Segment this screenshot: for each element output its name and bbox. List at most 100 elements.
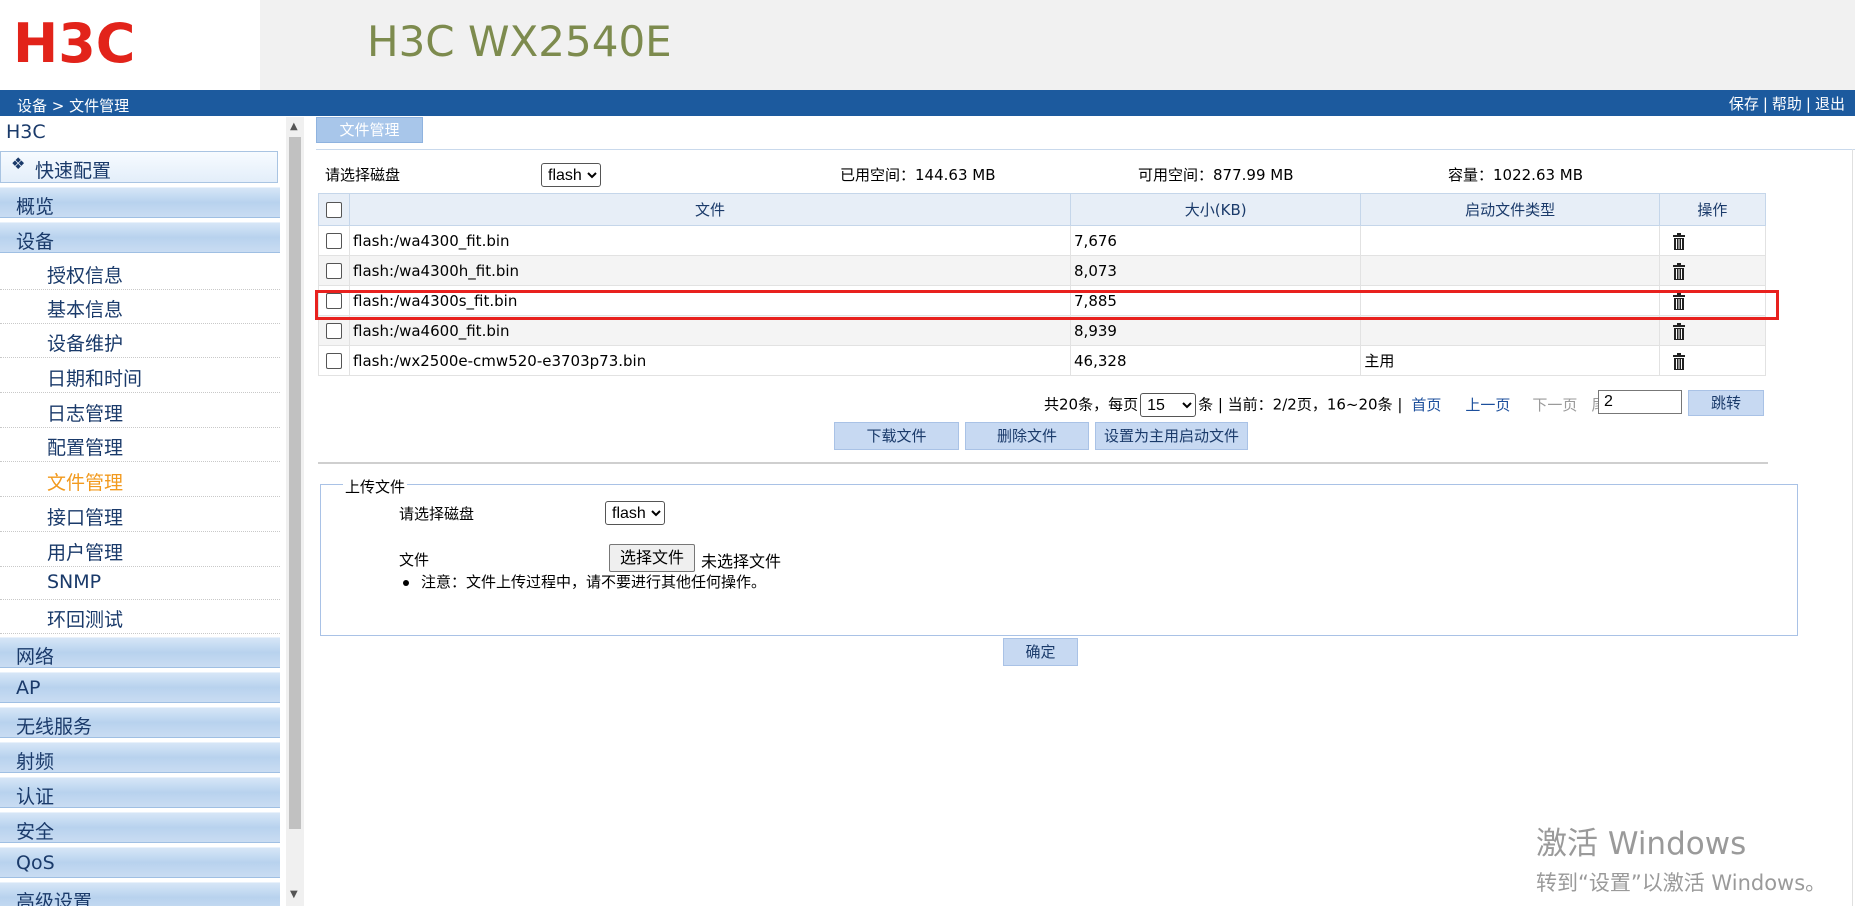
row-checkbox[interactable] <box>326 263 343 279</box>
sidebar-item-quick-config[interactable]: ❖ 快速配置 <box>0 151 278 183</box>
boot-type <box>1360 255 1660 286</box>
file-size: 8,073 <box>1070 255 1362 286</box>
upload-section: 上传文件 请选择磁盘 flash 文件 选择文件 未选择文件 注意：文件上传过程… <box>320 476 1798 636</box>
sidebar-item-basic-info[interactable]: 基本信息 <box>0 290 280 324</box>
sidebar-item-interface[interactable]: 接口管理 <box>0 498 280 532</box>
row-select-cell <box>317 315 351 346</box>
file-table: 文件 大小(KB) 启动文件类型 操作 flash:/wa4300_fit.bi… <box>317 193 1767 376</box>
scroll-down-arrow-icon[interactable]: ▼ <box>290 889 298 900</box>
sidebar-scrollbar[interactable]: ▲ ▼ <box>286 117 304 906</box>
sidebar-item-users[interactable]: 用户管理 <box>0 533 280 567</box>
table-row: flash:/wa4300h_fit.bin 8,073 <box>317 255 1767 286</box>
scrollbar-thumb[interactable] <box>289 137 301 829</box>
sidebar-category-security[interactable]: 安全 <box>0 812 280 843</box>
row-highlight-box <box>315 290 1779 320</box>
sidebar-item-maintenance[interactable]: 设备维护 <box>0 324 280 358</box>
choose-file-button[interactable]: 选择文件 <box>609 544 695 572</box>
upload-note: 注意：文件上传过程中，请不要进行其他任何操作。 <box>403 571 766 592</box>
sidebar-category-label: 网络 <box>16 646 55 668</box>
sidebar-item-date-time[interactable]: 日期和时间 <box>0 359 280 393</box>
column-header-file[interactable]: 文件 <box>349 193 1072 226</box>
sidebar-category-advanced[interactable]: 高级设置 <box>0 882 280 906</box>
sidebar-category-label: 认证 <box>16 786 55 808</box>
main-content: 文件管理 请选择磁盘 flash 已用空间：144.63 MB 可用空间：877… <box>315 117 1855 906</box>
boot-type <box>1360 225 1660 256</box>
sidebar-category-label: 射频 <box>16 751 55 773</box>
sidebar-item-license[interactable]: 授权信息 <box>0 256 280 290</box>
trash-icon[interactable] <box>1672 352 1685 370</box>
jump-button[interactable]: 跳转 <box>1688 390 1764 416</box>
sidebar-category-label: AP <box>16 677 41 699</box>
delete-file-button[interactable]: 删除文件 <box>965 422 1089 450</box>
sidebar-item-loopback[interactable]: 环回测试 <box>0 600 280 634</box>
sidebar-item-config[interactable]: 配置管理 <box>0 428 280 462</box>
sidebar-item-label: 基本信息 <box>47 299 124 321</box>
sidebar-category-overview[interactable]: 概览 <box>0 187 280 218</box>
column-header-size[interactable]: 大小(KB) <box>1070 193 1362 226</box>
column-header-boot-type[interactable]: 启动文件类型 <box>1360 193 1660 226</box>
page-number-input[interactable] <box>1598 390 1682 414</box>
sidebar-item-label: 快速配置 <box>35 160 112 182</box>
sidebar-item-label: 文件管理 <box>47 472 124 494</box>
per-page-select[interactable]: 15 <box>1140 393 1197 417</box>
sidebar-category-ap[interactable]: AP <box>0 672 280 703</box>
sidebar-category-network[interactable]: 网络 <box>0 637 280 668</box>
ok-button[interactable]: 确定 <box>1003 638 1078 666</box>
boot-type: 主用 <box>1360 345 1660 376</box>
first-page-link[interactable]: 首页 <box>1411 396 1441 414</box>
action-cell <box>1658 345 1767 376</box>
watermark-subtitle: 转到“设置”以激活 Windows。 <box>1536 871 1827 895</box>
trash-icon[interactable] <box>1672 322 1685 340</box>
scroll-up-arrow-icon[interactable]: ▲ <box>290 121 298 132</box>
action-cell <box>1658 225 1767 256</box>
next-page-link[interactable]: 下一页 <box>1532 396 1577 414</box>
sidebar-item-label: SNMP <box>47 571 102 593</box>
disk-select[interactable]: flash <box>541 163 601 187</box>
logout-link[interactable]: 退出 <box>1815 95 1845 113</box>
file-size: 8,939 <box>1070 315 1362 346</box>
separator: | <box>1805 95 1811 113</box>
sidebar-item-snmp[interactable]: SNMP <box>0 566 280 600</box>
download-file-button[interactable]: 下载文件 <box>834 422 959 450</box>
file-name: flash:/wa4300h_fit.bin <box>349 255 1072 286</box>
row-checkbox[interactable] <box>326 233 343 249</box>
sidebar-category-wireless[interactable]: 无线服务 <box>0 707 280 738</box>
file-size: 46,328 <box>1070 345 1362 376</box>
sidebar-category-label: 概览 <box>16 196 55 218</box>
sidebar-category-device[interactable]: 设备 <box>0 222 280 253</box>
sidebar-category-rf[interactable]: 射频 <box>0 742 280 773</box>
row-checkbox[interactable] <box>326 353 343 369</box>
boot-type <box>1360 315 1660 346</box>
trash-icon[interactable] <box>1672 232 1685 250</box>
select-all-checkbox[interactable] <box>326 202 343 218</box>
row-select-cell <box>317 255 351 286</box>
disk-select-label: 请选择磁盘 <box>325 166 401 184</box>
trash-icon[interactable] <box>1672 262 1685 280</box>
set-main-boot-button[interactable]: 设置为主用启动文件 <box>1095 422 1248 450</box>
sidebar-root[interactable]: H3C <box>6 121 46 143</box>
prev-page-link[interactable]: 上一页 <box>1465 396 1510 414</box>
row-checkbox[interactable] <box>326 323 343 339</box>
sidebar-category-qos[interactable]: QoS <box>0 847 280 878</box>
help-link[interactable]: 帮助 <box>1772 95 1802 113</box>
sidebar-item-file-management[interactable]: 文件管理 <box>0 463 280 497</box>
divider <box>318 462 1768 464</box>
table-row: flash:/wx2500e-cmw520-e3703p73.bin 46,32… <box>317 345 1767 376</box>
sidebar-category-auth[interactable]: 认证 <box>0 777 280 808</box>
tab-file-management[interactable]: 文件管理 <box>316 117 423 143</box>
available-space: 可用空间：877.99 MB <box>1138 166 1294 184</box>
upload-file-label: 文件 <box>399 551 430 569</box>
separator: | <box>1762 95 1768 113</box>
bullet-icon <box>403 579 409 586</box>
logo-area: H3C <box>0 0 260 90</box>
upload-disk-select[interactable]: flash <box>605 501 665 525</box>
watermark-title: 激活 Windows <box>1536 826 1747 862</box>
sidebar-item-log[interactable]: 日志管理 <box>0 394 280 428</box>
sidebar-category-label: 高级设置 <box>16 891 93 906</box>
save-link[interactable]: 保存 <box>1729 95 1759 113</box>
svg-text:H3C: H3C <box>13 14 135 68</box>
header: H3C H3C WX2540E <box>0 0 1855 90</box>
sidebar: H3C ❖ 快速配置 概览 设备 授权信息 基本信息 设备维护 日期和时间 日志… <box>0 117 304 906</box>
file-size: 7,676 <box>1070 225 1362 256</box>
sidebar-item-label: 配置管理 <box>47 437 124 459</box>
